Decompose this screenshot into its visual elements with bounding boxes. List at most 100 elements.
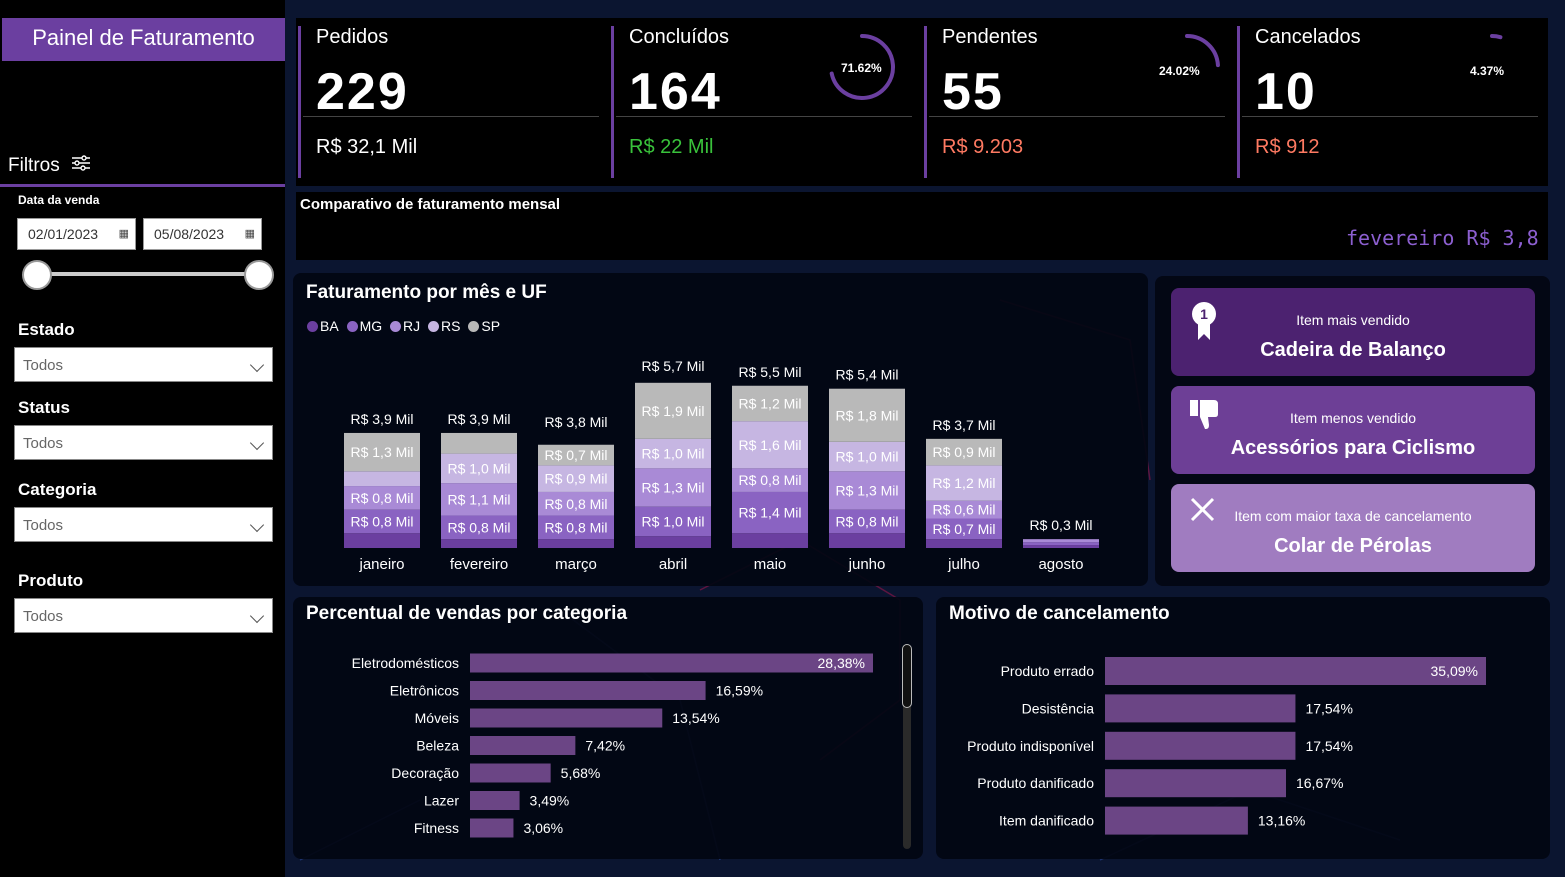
bar[interactable] [1105, 769, 1286, 798]
bar[interactable] [470, 818, 514, 838]
legend-item-ba[interactable]: BA [307, 318, 339, 334]
bar-segment-ba[interactable] [344, 533, 420, 548]
sliders-icon [71, 155, 91, 177]
bar-segment-ba[interactable] [732, 533, 808, 548]
bar-segment-ba[interactable] [635, 536, 711, 548]
kpi-card-pedidos: Pedidos 229 R$ 32,1 Mil [298, 18, 608, 186]
calendar-icon[interactable]: ▦ [119, 219, 129, 249]
legend-item-sp[interactable]: SP [468, 318, 500, 334]
bar[interactable] [1105, 694, 1296, 723]
category-label: Móveis [415, 710, 459, 726]
bar[interactable] [470, 708, 663, 728]
kpi-divider [1242, 116, 1538, 117]
category-label: Lazer [424, 793, 459, 809]
bar-segment-ba[interactable] [441, 539, 517, 548]
bar-segment-rs[interactable] [344, 471, 420, 487]
card-subtitle: Item com maior taxa de cancelamento [1234, 508, 1472, 524]
bar[interactable] [470, 791, 520, 810]
cancelamento-chart-panel: Motivo de cancelamento Produto errado 35,… [936, 597, 1550, 859]
bar-total-label: R$ 3,9 Mil [447, 411, 510, 427]
bar-value-label: 16,59% [716, 683, 763, 699]
filters-heading: Filtros [8, 155, 91, 177]
gauge-arc [1185, 34, 1220, 68]
date-start-value: 02/01/2023 [28, 226, 99, 242]
bar-value-label: 3,06% [523, 820, 563, 836]
bar-total-label: R$ 5,7 Mil [641, 358, 704, 374]
date-end-input[interactable]: 05/08/2023 ▦ [143, 218, 262, 250]
faturamento-chart-panel: R$ 0,8 Mil R$ 0,8 Mil R$ 1,3 Mil R$ 3,9 Mil… [293, 273, 1148, 586]
bar-segment-label: R$ 1,3 Mil [350, 444, 413, 460]
estado-dropdown[interactable]: Todos [14, 347, 273, 382]
legend-dot [468, 321, 480, 332]
card-highest-cancel[interactable]: Item com maior taxa de cancelamento Cola… [1171, 484, 1535, 572]
kpi-separator [298, 26, 301, 178]
legend-item-rs[interactable]: RS [428, 318, 461, 334]
kpi-title: Concluídos [629, 26, 730, 48]
date-range-end-handle[interactable] [244, 260, 274, 290]
kpi-separator [924, 26, 927, 178]
kpi-title: Pedidos [316, 26, 389, 48]
kpi-title: Pendentes [942, 26, 1038, 48]
bar-segment-label: R$ 0,6 Mil [932, 502, 995, 518]
bar-segment-rj[interactable] [1023, 539, 1099, 543]
kpi-divider [616, 116, 912, 117]
produto-dropdown[interactable]: Todos [14, 598, 273, 633]
bar-segment-sp[interactable] [441, 432, 517, 454]
date-range-start-handle[interactable] [22, 260, 52, 290]
bar[interactable] [1105, 731, 1296, 760]
bar-segment-ba[interactable] [829, 533, 905, 548]
bar-segment-ba[interactable] [926, 539, 1002, 548]
legend-item-rj[interactable]: RJ [390, 318, 420, 334]
categoria-dropdown[interactable]: Todos [14, 507, 273, 542]
date-start-input[interactable]: 02/01/2023 ▦ [17, 218, 136, 250]
bar[interactable] [470, 736, 576, 755]
bar-segment-mg[interactable] [1023, 542, 1099, 546]
kpi-money: R$ 22 Mil [629, 136, 714, 158]
x-tick-label: agosto [1038, 556, 1083, 573]
date-filter-label: Data da venda [18, 193, 100, 207]
bar[interactable] [1105, 657, 1486, 685]
kpi-value: 10 [1255, 63, 1317, 121]
card-most-sold[interactable]: 1 Item mais vendido Cadeira de Balanço [1171, 288, 1535, 376]
x-tick-label: janeiro [358, 556, 404, 573]
category-label: Produto indisponível [967, 738, 1094, 754]
bar-segment-label: R$ 1,2 Mil [738, 395, 801, 411]
bar[interactable] [470, 763, 551, 783]
status-label: Status [18, 398, 70, 417]
kpi-card-cancelados: Cancelados 10 R$ 912 4.37% [1237, 18, 1547, 186]
bar-value-label: 5,68% [561, 765, 601, 781]
bar[interactable] [470, 681, 706, 700]
x-tick-label: junho [848, 556, 886, 573]
bar[interactable] [470, 653, 873, 673]
gauge-arc [1490, 34, 1503, 40]
x-tick-label: julho [947, 556, 980, 573]
calendar-icon[interactable]: ▦ [245, 219, 255, 249]
bar-segment-label: R$ 0,8 Mil [544, 519, 607, 535]
bar-segment-ba[interactable] [1023, 545, 1099, 548]
date-range-slider-track[interactable] [36, 272, 260, 276]
categoria-label: Categoria [18, 480, 97, 499]
status-dropdown[interactable]: Todos [14, 425, 273, 460]
bar-value-label: 28,38% [818, 655, 865, 671]
kpi-separator [611, 26, 614, 178]
bar-segment-label: R$ 0,9 Mil [544, 471, 607, 487]
bar[interactable] [1105, 806, 1248, 835]
categoria-chart-panel: Percentual de vendas por categoria Eletr… [293, 597, 923, 859]
chevron-down-icon [249, 517, 265, 533]
chevron-down-icon [249, 608, 265, 624]
bar-value-label: 17,54% [1305, 738, 1352, 754]
bar-value-label: 13,54% [672, 710, 719, 726]
kpi-money: R$ 9.203 [942, 136, 1024, 158]
bar-segment-label: R$ 1,8 Mil [835, 407, 898, 423]
bar-segment-ba[interactable] [538, 539, 614, 548]
kpi-panel: Pedidos 229 R$ 32,1 Mil Concluídos 164 R… [296, 18, 1548, 186]
legend-dot [428, 321, 440, 332]
scrollbar-thumb[interactable] [902, 644, 912, 708]
app-title: Painel de Faturamento [2, 18, 285, 61]
status-value: Todos [23, 435, 64, 452]
legend-item-mg[interactable]: MG [346, 318, 382, 334]
card-least-sold[interactable]: Item menos vendido Acessórios para Cicli… [1171, 386, 1535, 474]
category-label: Eletrodomésticos [352, 655, 459, 671]
bar-segment-label: R$ 0,7 Mil [544, 447, 607, 463]
bar-total-label: R$ 3,7 Mil [932, 417, 995, 433]
